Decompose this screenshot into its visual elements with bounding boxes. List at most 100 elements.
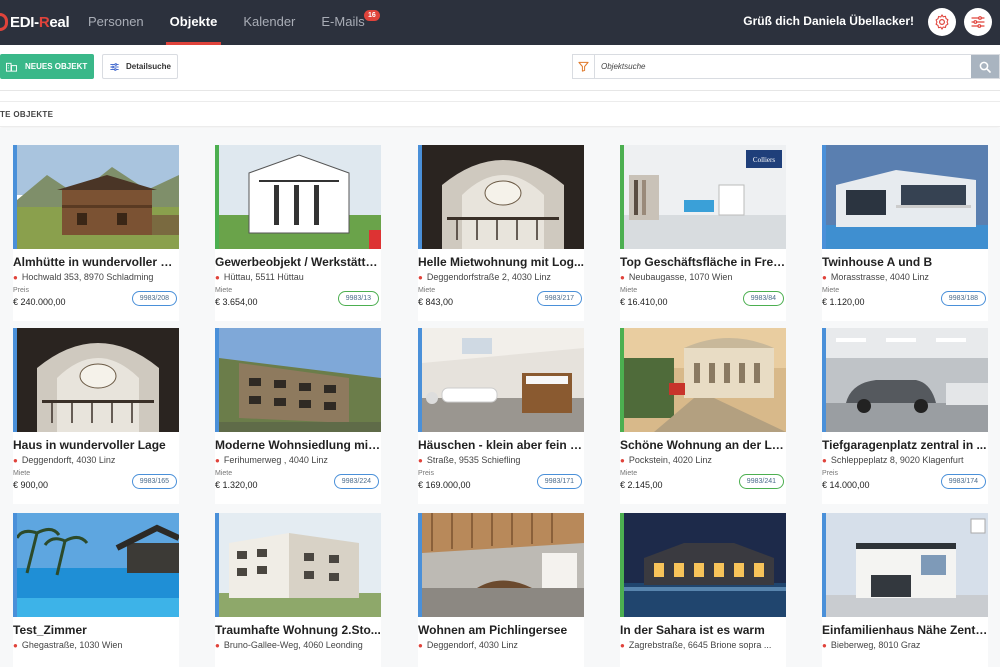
object-ref-badge[interactable]: 9983/224 bbox=[333, 474, 379, 489]
object-price: € 16.410,00 bbox=[620, 297, 668, 307]
object-title[interactable]: Twinhouse A und B bbox=[822, 255, 988, 269]
object-grid: Almhütte in wundervoller G... ● Hochwald … bbox=[0, 128, 1000, 667]
object-photo bbox=[620, 328, 786, 432]
object-card[interactable]: Häuschen - klein aber fein - ... ● Straße… bbox=[418, 328, 584, 504]
location-pin-icon: ● bbox=[215, 272, 220, 282]
gear-icon bbox=[935, 14, 949, 30]
object-title[interactable]: Gewerbeobjekt / Werkstätte... bbox=[215, 255, 381, 269]
logo-text: EDI-Real bbox=[10, 13, 70, 31]
objects-toolbar: NEUES OBJEKT Detailsuche bbox=[0, 45, 1000, 91]
nav-objekte[interactable]: Objekte bbox=[165, 0, 222, 45]
object-photo bbox=[13, 328, 179, 432]
sliders-icon bbox=[110, 62, 119, 71]
location-pin-icon: ● bbox=[418, 272, 423, 282]
sliders-icon bbox=[971, 16, 985, 28]
object-address: ● Straße, 9535 Schiefling bbox=[418, 455, 521, 465]
object-card[interactable]: In der Sahara ist es warm ● Zagrebstraße,… bbox=[620, 513, 786, 667]
location-pin-icon: ● bbox=[822, 640, 827, 650]
object-card[interactable]: Gewerbeobjekt / Werkstätte... ● Hüttau, 5… bbox=[215, 145, 381, 321]
object-title[interactable]: Schöne Wohnung an der La... bbox=[620, 438, 786, 452]
object-title[interactable]: Test_Zimmer bbox=[13, 623, 179, 637]
price-label: Miete bbox=[215, 470, 233, 477]
detail-search-label: Detailsuche bbox=[126, 62, 171, 71]
object-price: € 14.000,00 bbox=[822, 480, 870, 490]
email-count-badge: 16 bbox=[363, 10, 380, 21]
object-photo bbox=[418, 513, 584, 617]
object-ref-badge[interactable]: 9983/188 bbox=[940, 291, 986, 306]
object-price: € 3.654,00 bbox=[215, 297, 258, 307]
object-card[interactable]: Twinhouse A und B ● Morasstrasse, 4040 Li… bbox=[822, 145, 988, 321]
object-title[interactable]: Traumhafte Wohnung 2.Sto... bbox=[215, 623, 381, 637]
object-ref-badge[interactable]: 9983/84 bbox=[742, 291, 784, 306]
object-card[interactable]: Traumhafte Wohnung 2.Sto... ● Bruno-Galle… bbox=[215, 513, 381, 667]
object-title[interactable]: Top Geschäftsfläche in Freq... bbox=[620, 255, 786, 269]
object-photo bbox=[418, 328, 584, 432]
object-ref-badge[interactable]: 9983/174 bbox=[940, 474, 986, 489]
logo-mark bbox=[0, 13, 8, 31]
nav-emails[interactable]: E-Mails 16 bbox=[321, 0, 380, 45]
object-card[interactable]: Helle Mietwohnung mit Log... ● Deggendorf… bbox=[418, 145, 584, 321]
object-address: ● Ghegastraße, 1030 Wien bbox=[13, 640, 123, 650]
object-card[interactable]: Moderne Wohnsiedlung mit ... ● Ferihumerw… bbox=[215, 328, 381, 504]
location-pin-icon: ● bbox=[13, 640, 18, 650]
object-card[interactable]: Test_Zimmer ● Ghegastraße, 1030 Wien bbox=[13, 513, 179, 667]
object-ref-badge[interactable]: 9983/171 bbox=[536, 474, 582, 489]
location-pin-icon: ● bbox=[418, 455, 423, 465]
price-label: Miete bbox=[418, 287, 436, 294]
location-pin-icon: ● bbox=[620, 640, 625, 650]
object-title[interactable]: Einfamilienhaus Nähe Zentr... bbox=[822, 623, 988, 637]
object-card[interactable]: Schöne Wohnung an der La... ● Pockstein, … bbox=[620, 328, 786, 504]
nav-emails-label: E-Mails bbox=[321, 14, 365, 29]
top-navigation-bar: EDI-Real Personen Objekte Kalender E-Mai… bbox=[0, 0, 1000, 45]
filter-settings-button[interactable] bbox=[964, 8, 992, 36]
object-address: ● Bruno-Gallee-Weg, 4060 Leonding bbox=[215, 640, 363, 650]
object-price: € 900,00 bbox=[13, 480, 49, 490]
user-greeting: Grüß dich Daniela Übellacker! bbox=[743, 14, 914, 28]
building-icon bbox=[6, 62, 17, 72]
app-logo[interactable]: EDI-Real bbox=[0, 12, 70, 32]
price-label: Preis bbox=[822, 470, 838, 477]
object-title[interactable]: Haus in wundervoller Lage bbox=[13, 438, 179, 452]
object-card[interactable]: Almhütte in wundervoller G... ● Hochwald … bbox=[13, 145, 179, 321]
object-ref-badge[interactable]: 9983/217 bbox=[536, 291, 582, 306]
object-title[interactable]: Moderne Wohnsiedlung mit ... bbox=[215, 438, 381, 452]
object-address: ● Bieberweg, 8010 Graz bbox=[822, 640, 921, 650]
object-card[interactable]: Einfamilienhaus Nähe Zentr... ● Bieberweg… bbox=[822, 513, 988, 667]
nav-personen[interactable]: Personen bbox=[88, 0, 144, 45]
object-photo bbox=[13, 513, 179, 617]
object-search-input[interactable] bbox=[595, 55, 971, 78]
new-object-button[interactable]: NEUES OBJEKT bbox=[0, 54, 94, 79]
object-ref-badge[interactable]: 9983/13 bbox=[337, 291, 379, 306]
object-title[interactable]: In der Sahara ist es warm bbox=[620, 623, 786, 637]
object-address: ● Zagrebstraße, 6645 Brione sopra ... bbox=[620, 640, 772, 650]
location-pin-icon: ● bbox=[620, 272, 625, 282]
price-label: Miete bbox=[215, 287, 233, 294]
object-price: € 1.120,00 bbox=[822, 297, 865, 307]
object-title[interactable]: Tiefgaragenplatz zentral in ... bbox=[822, 438, 988, 452]
location-pin-icon: ● bbox=[620, 455, 625, 465]
search-filter-button[interactable] bbox=[573, 55, 595, 78]
object-title[interactable]: Almhütte in wundervoller G... bbox=[13, 255, 179, 269]
object-price: € 240.000,00 bbox=[13, 297, 66, 307]
object-ref-badge[interactable]: 9983/241 bbox=[738, 474, 784, 489]
object-card[interactable]: Wohnen am Pichlingersee ● Deggendorf, 403… bbox=[418, 513, 584, 667]
object-title[interactable]: Helle Mietwohnung mit Log... bbox=[418, 255, 584, 269]
object-ref-badge[interactable]: 9983/165 bbox=[131, 474, 177, 489]
object-photo bbox=[822, 328, 988, 432]
object-ref-badge[interactable]: 9983/208 bbox=[131, 291, 177, 306]
object-card[interactable]: Tiefgaragenplatz zentral in ... ● Schlepp… bbox=[822, 328, 988, 504]
object-address: ● Deggendorft, 4030 Linz bbox=[13, 455, 116, 465]
nav-kalender[interactable]: Kalender bbox=[243, 0, 295, 45]
search-submit-button[interactable] bbox=[971, 55, 999, 78]
new-object-label: NEUES OBJEKT bbox=[25, 62, 88, 71]
object-title[interactable]: Wohnen am Pichlingersee bbox=[418, 623, 584, 637]
object-title[interactable]: Häuschen - klein aber fein - ... bbox=[418, 438, 584, 452]
object-card[interactable]: Colliers Top Geschäftsfläche in Freq... … bbox=[620, 145, 786, 321]
object-photo bbox=[418, 145, 584, 249]
detail-search-button[interactable]: Detailsuche bbox=[102, 54, 178, 79]
object-address: ● Ferihumerweg , 4040 Linz bbox=[215, 455, 328, 465]
object-address: ● Schleppeplatz 8, 9020 Klagenfurt bbox=[822, 455, 964, 465]
object-price: € 843,00 bbox=[418, 297, 454, 307]
settings-button[interactable] bbox=[928, 8, 956, 36]
object-card[interactable]: Haus in wundervoller Lage ● Deggendorft, … bbox=[13, 328, 179, 504]
